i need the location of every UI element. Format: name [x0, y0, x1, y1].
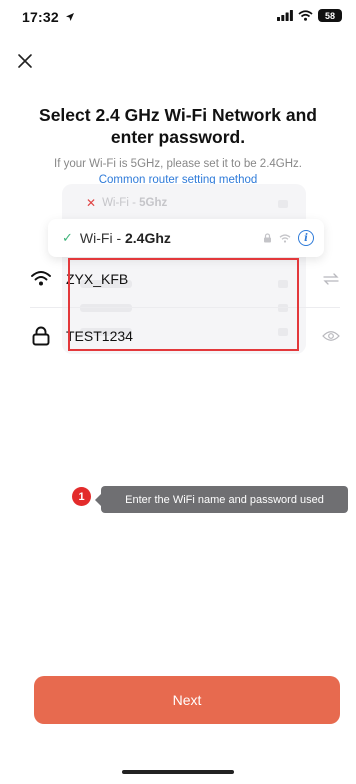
- lock-icon: [32, 326, 50, 346]
- wifi-icon: [31, 271, 51, 286]
- battery-icon: 58: [318, 9, 342, 22]
- status-icons: 58: [277, 9, 342, 22]
- status-time: 17:32: [22, 9, 75, 25]
- callout-number-badge: 1: [72, 487, 91, 506]
- wifi-name-value[interactable]: ZYX_KFB: [66, 271, 128, 287]
- lock-small-icon: [264, 233, 271, 243]
- cellular-signal-icon: [277, 10, 293, 21]
- wifi-name-field[interactable]: ZYX_KFB: [30, 251, 342, 307]
- password-field[interactable]: TEST1234: [30, 308, 342, 364]
- wifi-status-icon: [298, 10, 313, 21]
- info-icon[interactable]: i: [298, 230, 314, 246]
- clock-text: 17:32: [22, 9, 59, 25]
- eye-icon[interactable]: [322, 330, 340, 342]
- battery-level: 58: [324, 10, 335, 21]
- password-value[interactable]: TEST1234: [66, 328, 133, 344]
- location-arrow-icon: [65, 13, 74, 21]
- home-indicator: [122, 770, 234, 774]
- wifi-24ghz-label: Wi-Fi - 2.4Ghz: [79, 230, 171, 246]
- switch-network-icon[interactable]: [322, 272, 340, 286]
- placeholder-row: [80, 198, 288, 210]
- next-button[interactable]: Next: [34, 676, 340, 724]
- callout-tooltip: Enter the WiFi name and password used: [95, 486, 348, 513]
- status-bar: 17:32 58: [0, 0, 356, 34]
- check-icon: ✓: [62, 230, 73, 245]
- close-icon[interactable]: [14, 50, 36, 72]
- wifi-small-icon: [279, 233, 291, 243]
- page-title: Select 2.4 GHz Wi-Fi Network and enter p…: [39, 105, 317, 147]
- wifi-card-icons: i: [263, 230, 314, 246]
- subtitle-text: If your Wi-Fi is 5GHz, please set it to …: [54, 158, 302, 170]
